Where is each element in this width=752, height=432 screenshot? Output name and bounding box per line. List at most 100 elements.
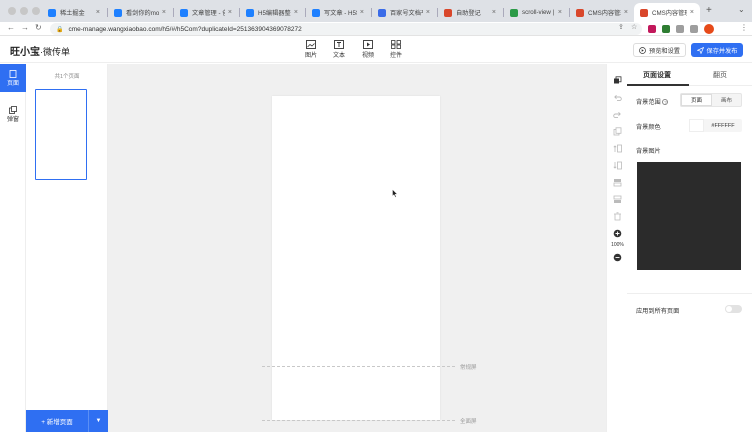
forward-icon[interactable]: →: [21, 23, 29, 32]
new-tab-button[interactable]: +: [706, 5, 712, 16]
mouse-cursor-icon: [392, 189, 398, 198]
address-bar[interactable]: 🔒 cme-manage.wangxiaobao.com/h5/#/h5Com?…: [50, 23, 642, 35]
app-header: 旺小宝·微传单 图片 文本 视频 控件 预览和设置 保存并发布: [0, 37, 752, 63]
tab-close-icon[interactable]: ×: [492, 9, 496, 16]
pages-count: 共1个页面: [54, 74, 80, 80]
page-icon: [9, 69, 17, 78]
help-icon[interactable]: ?: [662, 99, 669, 106]
window-close-dot[interactable]: [8, 7, 16, 15]
preview-icon: [639, 46, 646, 54]
image-icon: [306, 40, 316, 49]
settings-panel: 页面设置 翻页 背景范围 ? 页面 画布 背景颜色 #FFFFFF 背景图片 应…: [627, 64, 752, 432]
add-video-tool[interactable]: 视频: [356, 40, 380, 59]
browser-tab[interactable]: 百家号文档平台 ×: [372, 3, 436, 22]
url-text: cme-manage.wangxiaobao.com/h5/#/h5Com?du…: [68, 25, 302, 33]
browser-tab[interactable]: H5编辑器整体 ×: [240, 3, 304, 22]
apply-all-toggle[interactable]: [725, 305, 742, 313]
window-minimize-dot[interactable]: [20, 7, 28, 15]
chevron-down-icon[interactable]: ▼: [88, 410, 108, 432]
sidebar-icon[interactable]: [690, 25, 698, 33]
bring-front-icon[interactable]: [613, 178, 622, 187]
browser-tab[interactable]: scroll-view | uni ×: [504, 3, 568, 22]
tab-flip[interactable]: 翻页: [713, 70, 727, 80]
color-hex-value[interactable]: #FFFFFF: [704, 123, 742, 129]
text-icon: [334, 40, 344, 49]
zoom-in-icon[interactable]: [613, 229, 622, 238]
popup-icon: [9, 105, 17, 114]
move-up-icon[interactable]: [613, 144, 622, 153]
tab-close-icon[interactable]: ×: [360, 9, 364, 16]
tab-close-icon[interactable]: ×: [624, 9, 628, 16]
left-rail: 页面 弹窗: [0, 64, 26, 432]
layers-icon[interactable]: [613, 76, 622, 85]
tab-favicon-icon: [48, 8, 56, 17]
add-image-tool[interactable]: 图片: [299, 40, 323, 59]
tab-favicon-icon: [312, 8, 320, 17]
undo-icon[interactable]: [613, 93, 622, 102]
browser-tab-bar: 稀土掘金 × 看剑你的mock × 文章管理 - 创作 × H5编辑器整体 × …: [0, 0, 752, 22]
browser-tab[interactable]: 自助登记 ×: [438, 3, 502, 22]
tab-close-icon[interactable]: ×: [162, 9, 166, 16]
copy-icon[interactable]: [613, 127, 622, 136]
lock-icon: 🔒: [56, 26, 64, 33]
guide-line-full: [262, 420, 455, 421]
video-icon: [363, 40, 373, 49]
bg-range-option-page[interactable]: 页面: [681, 94, 712, 106]
tab-page-settings[interactable]: 页面设置: [643, 70, 671, 80]
add-page-button[interactable]: + 新增页面 ▼: [26, 410, 108, 432]
bg-range-segmented: 页面 画布: [680, 93, 742, 107]
color-swatch[interactable]: [689, 119, 704, 132]
browser-tab[interactable]: CMS内容管理平 ×: [570, 3, 634, 22]
tab-close-icon[interactable]: ×: [294, 9, 298, 16]
rail-item-pages[interactable]: 页面: [0, 64, 26, 92]
browser-tab[interactable]: 写文章 - H5编 ×: [306, 3, 370, 22]
extension-icon[interactable]: [662, 25, 670, 33]
tab-favicon-icon: [378, 8, 386, 17]
page-thumbnail[interactable]: [35, 89, 87, 180]
save-publish-button[interactable]: 保存并发布: [691, 43, 743, 57]
delete-icon[interactable]: [613, 212, 622, 221]
tab-close-icon[interactable]: ×: [426, 9, 430, 16]
tab-search-icon[interactable]: ⌄: [738, 5, 745, 14]
browser-tab[interactable]: 文章管理 - 创作 ×: [174, 3, 238, 22]
reload-icon[interactable]: ↻: [35, 23, 42, 32]
browser-tab[interactable]: 看剑你的mock ×: [108, 3, 172, 22]
profile-avatar[interactable]: [704, 24, 714, 34]
extension-icon[interactable]: [648, 25, 656, 33]
divider: [627, 293, 752, 294]
tab-close-icon[interactable]: ×: [96, 9, 100, 16]
tab-close-icon[interactable]: ×: [228, 9, 232, 16]
browser-tab[interactable]: 稀土掘金 ×: [42, 3, 106, 22]
browser-tab-active[interactable]: CMS内容管理平 ×: [634, 3, 700, 22]
zoom-out-icon[interactable]: [613, 253, 622, 262]
tab-close-icon[interactable]: ×: [558, 9, 562, 16]
window-zoom-dot[interactable]: [32, 7, 40, 15]
widget-icon: [391, 40, 401, 49]
apply-all-label: 应用到所有页面: [636, 308, 680, 315]
guide-label-normal: 常规屏: [460, 365, 477, 371]
move-down-icon[interactable]: [613, 161, 622, 170]
tab-favicon-icon: [246, 8, 254, 17]
tab-favicon-icon: [510, 8, 518, 17]
rail-item-popups[interactable]: 弹窗: [0, 100, 26, 128]
browser-menu-icon[interactable]: ⋮: [740, 23, 748, 32]
tab-close-icon[interactable]: ×: [690, 9, 694, 16]
share-icon[interactable]: ⇪: [618, 23, 624, 31]
settings-tabs: 页面设置 翻页: [627, 64, 752, 86]
preview-settings-button[interactable]: 预览和设置: [633, 43, 686, 57]
bg-color-picker[interactable]: #FFFFFF: [689, 119, 742, 132]
page-canvas[interactable]: [272, 96, 440, 420]
pages-panel: 共1个页面 1: [26, 64, 124, 432]
extensions-puzzle-icon[interactable]: [676, 25, 684, 33]
back-icon[interactable]: ←: [7, 23, 15, 32]
add-text-tool[interactable]: 文本: [327, 40, 351, 59]
add-widget-tool[interactable]: 控件: [384, 40, 408, 59]
bg-image-upload[interactable]: [637, 162, 741, 270]
send-back-icon[interactable]: [613, 195, 622, 204]
tab-favicon-icon: [640, 8, 648, 17]
bookmark-star-icon[interactable]: ☆: [631, 23, 637, 31]
bg-range-option-canvas[interactable]: 画布: [712, 94, 741, 106]
bg-image-label: 背景图片: [636, 148, 661, 155]
tab-favicon-icon: [576, 8, 584, 17]
redo-icon[interactable]: [613, 110, 622, 119]
